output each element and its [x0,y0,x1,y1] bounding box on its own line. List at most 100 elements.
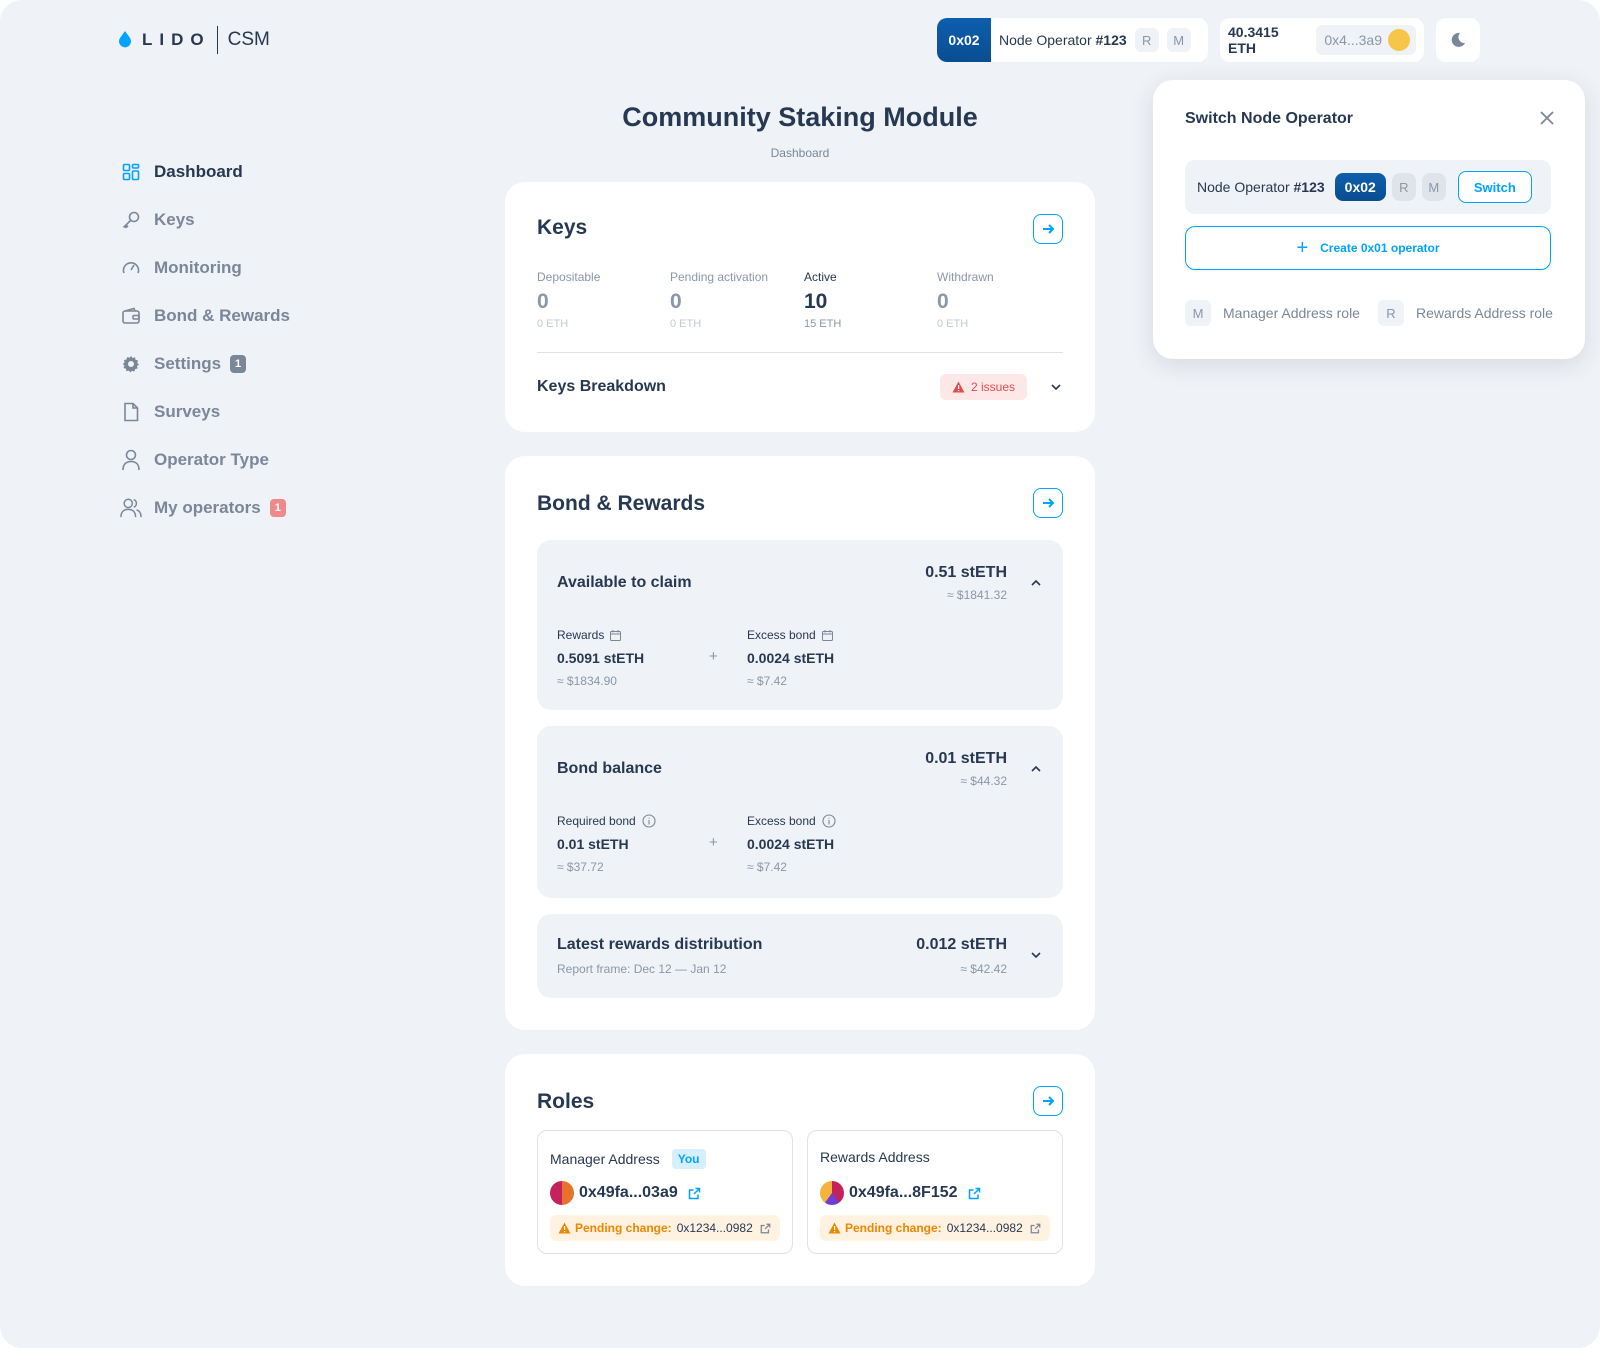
calendar-icon [821,629,833,641]
available-rewards-value: 0.5091 stETH [557,650,645,666]
operator-type-tag: 0x02 [937,18,991,62]
keys-withdrawn-eth: 0 ETH [937,318,969,330]
bond-open-button[interactable] [1033,488,1063,518]
keys-open-button[interactable] [1033,214,1063,244]
warning-icon [558,1222,571,1234]
roles-open-button[interactable] [1033,1086,1063,1116]
keys-breakdown-label[interactable]: Keys Breakdown [537,378,666,396]
latest-rewards-panel[interactable]: Latest rewards distribution Report frame… [537,914,1063,998]
balance-excess-usd: ≈ $7.42 [747,860,787,874]
my-operators-badge: 1 [269,499,286,517]
theme-toggle-button[interactable] [1436,18,1480,62]
lido-csm-logo[interactable]: LIDO CSM [118,26,270,54]
issues-badge[interactable]: 2 issues [939,374,1027,400]
arrow-right-icon [1043,224,1055,234]
keys-pending-value: 0 [670,290,682,313]
create-operator-label: Create 0x01 operator [1320,241,1440,255]
latest-rewards-amount: 0.012 stETH [916,936,1007,953]
rewards-role-legend: R Rewards Address role [1378,300,1553,326]
keys-withdrawn: Withdrawn 0 0 ETH [937,270,994,330]
chevron-up-icon[interactable] [1029,576,1043,590]
available-amount: 0.51 stETH [925,564,1007,581]
sidebar-item-operator-type[interactable]: Operator Type [120,436,290,484]
external-link-icon[interactable] [1030,1223,1041,1234]
popup-title: Switch Node Operator [1185,110,1354,127]
latest-rewards-title: Latest rewards distribution [557,936,763,953]
external-link-icon[interactable] [968,1187,981,1200]
chevron-down-icon[interactable] [1029,948,1043,962]
available-excess-value: 0.0024 stETH [747,650,835,666]
switch-operator-popup: Switch Node Operator Node Operator #123 … [1153,80,1585,359]
logo-text: LIDO [142,30,211,49]
bond-rewards-card: Bond & Rewards Available to claim 0.51 s… [505,456,1095,1030]
wallet-icon [120,305,142,327]
sidebar-item-bond-rewards[interactable]: Bond & Rewards [120,292,290,340]
operator-selector-button[interactable]: 0x02 Node Operator #123 R M [937,18,1208,62]
rewards-role-badge: R [1391,173,1416,201]
rewards-address-label: Rewards Address [820,1149,930,1165]
gear-icon [120,353,142,375]
info-icon[interactable] [822,814,836,828]
warning-icon [828,1222,841,1234]
keys-depositable-label: Depositable [537,270,601,284]
sidebar-item-my-operators[interactable]: My operators 1 [120,484,290,532]
required-bond-value: 0.01 stETH [557,836,629,852]
external-link-icon[interactable] [688,1187,701,1200]
sidebar-item-surveys[interactable]: Surveys [120,388,290,436]
keys-divider [537,352,1063,353]
available-title: Available to claim [557,574,692,591]
close-icon[interactable] [1539,110,1555,126]
wallet-balance: 40.3415 ETH [1228,24,1279,56]
sidebar-item-label: Operator Type [154,450,269,469]
pending-change-address: 0x1234...0982 [946,1221,1023,1235]
address-avatar [550,1181,574,1205]
settings-badge: 1 [230,355,247,373]
bond-balance-usd: ≈ $44.32 [960,774,1007,788]
wallet-address: 0x4...3a9 [1316,25,1416,55]
sidebar-item-monitoring[interactable]: Monitoring [120,244,290,292]
roles-card: Roles Manager Address You 0x49fa...03a9 … [505,1054,1095,1286]
keys-active-value: 10 [804,290,828,313]
rewards-role-badge: R [1378,300,1404,326]
bond-balance-amount: 0.01 stETH [925,750,1007,767]
calendar-icon [610,629,622,641]
moon-icon [1451,32,1465,47]
sidebar-item-label: Monitoring [154,258,242,277]
module-text: CSM [227,29,270,50]
sidebar-item-dashboard[interactable]: Dashboard [120,148,290,196]
info-icon[interactable] [642,814,656,828]
users-icon [120,497,142,519]
manager-address-label: Manager Address [550,1151,660,1167]
required-bond-usd: ≈ $37.72 [557,860,604,874]
latest-rewards-usd: ≈ $42.42 [960,962,1007,976]
create-operator-button[interactable]: + Create 0x01 operator [1185,226,1551,270]
arrow-right-icon [1043,498,1055,508]
page-title: Community Staking Module [622,102,978,132]
manager-role-badge: M [1421,173,1446,201]
bond-card-title: Bond & Rewards [537,492,706,515]
breadcrumb: Dashboard [770,146,830,160]
manager-role-legend-label: Manager Address role [1223,305,1360,321]
external-link-icon[interactable] [760,1223,771,1234]
app-page: LIDO CSM 0x02 Node Operator #123 R M 40.… [0,0,1600,1348]
gauge-icon [120,257,142,279]
operator-type-tag: 0x02 [1334,173,1386,201]
sidebar-item-settings[interactable]: Settings 1 [120,340,290,388]
switch-button[interactable]: Switch [1457,171,1532,203]
wallet-button[interactable]: 40.3415 ETH 0x4...3a9 [1220,18,1424,62]
sidebar-item-keys[interactable]: Keys [120,196,290,244]
manager-address-box: Manager Address You 0x49fa...03a9 Pendin… [537,1130,793,1254]
manager-role-legend: M Manager Address role [1185,300,1360,326]
keys-active: Active 10 15 ETH [804,270,841,330]
chevron-up-icon[interactable] [1029,762,1043,776]
chevron-down-icon[interactable] [1049,380,1063,394]
operator-option-row: Node Operator #123 0x02 R M Switch [1185,160,1551,214]
plus-icon: + [1296,237,1309,259]
pending-change-address: 0x1234...0982 [676,1221,753,1235]
dashboard-icon [120,161,142,183]
sidebar-item-label: Settings [154,354,222,373]
balance-excess-value: 0.0024 stETH [747,836,835,852]
keys-active-eth: 15 ETH [804,318,842,330]
wallet-avatar [1388,29,1410,51]
roles-card-title: Roles [537,1090,595,1113]
